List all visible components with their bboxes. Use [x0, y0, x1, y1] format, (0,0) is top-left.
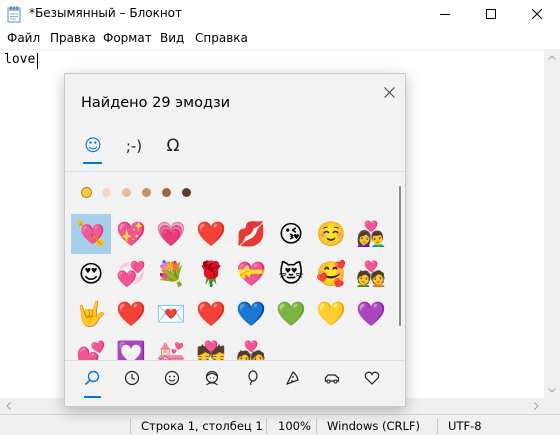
active-bottom-tab-indicator: [84, 396, 101, 398]
minimize-button[interactable]: [422, 0, 468, 29]
emoji-cell[interactable]: 😘: [271, 214, 311, 254]
status-separator: [130, 418, 131, 434]
transport-car-icon: [324, 370, 340, 389]
emoji-cell[interactable]: 💒: [151, 334, 191, 360]
emoji-cell[interactable]: 💛: [311, 294, 351, 334]
active-tab-indicator: [83, 162, 102, 164]
tab-symbols[interactable]: Ω: [161, 132, 185, 160]
bottom-tab-celebration[interactable]: [241, 368, 263, 390]
status-separator: [316, 418, 317, 434]
vertical-scrollbar[interactable]: [544, 49, 560, 398]
emoji-cell[interactable]: 😻: [271, 254, 311, 294]
skin-tone-4[interactable]: [142, 188, 151, 197]
emoji-cell[interactable]: ☺️: [311, 214, 351, 254]
skin-tone-5[interactable]: [162, 188, 171, 197]
emoji-cell[interactable]: 💞: [111, 254, 151, 294]
status-cursor-position: Строка 1, столбец 1: [141, 419, 263, 433]
panel-divider: [65, 171, 405, 172]
emoji-grid: 💘 💖 💗 ❤️ 💋 😘 ☺️ 👩‍❤️‍👨 😍 💞 💐 🌹 💝 😻 🥰 💑 🤟 ❤️ 💌 ❤️ 💙 💚 💛 💜 💕 💟 💒 💏 💑: [71, 214, 391, 360]
menu-edit[interactable]: Правка: [50, 31, 96, 45]
emoji-cell[interactable]: 💐: [151, 254, 191, 294]
maximize-button[interactable]: [468, 0, 514, 29]
emoji-cell[interactable]: 💏: [191, 334, 231, 360]
emoji-cell[interactable]: 💑: [231, 334, 271, 360]
status-separator: [266, 418, 267, 434]
emoji-cell[interactable]: 👩‍❤️‍👨: [351, 214, 391, 254]
emoji-panel: Найдено 29 эмодзи ☺ ;-) Ω 💘 💖 💗 ❤️ 💋 😘 ☺️ 👩‍❤️‍…: [64, 73, 406, 407]
maximize-icon: [486, 8, 496, 22]
heart-icon: [364, 370, 380, 389]
skin-tone-1[interactable]: [82, 188, 91, 197]
panel-title: Найдено 29 эмодзи: [81, 95, 231, 111]
status-zoom: 100%: [278, 419, 311, 433]
text-caret: [37, 53, 38, 69]
editor-content: love: [4, 52, 36, 67]
emoji-cell[interactable]: 💘: [71, 214, 111, 254]
emoji-cell[interactable]: 💚: [271, 294, 311, 334]
smiley-face-icon: [164, 370, 180, 389]
close-window-button[interactable]: [514, 0, 560, 29]
scroll-right-icon[interactable]: [528, 398, 544, 414]
window-title: *Безымянный – Блокнот: [29, 6, 183, 20]
panel-scrollbar[interactable]: [399, 186, 401, 326]
panel-close-icon[interactable]: [381, 84, 397, 100]
food-pizza-icon: [284, 370, 300, 389]
emoji-cell[interactable]: 💌: [151, 294, 191, 334]
notepad-app-icon: [7, 6, 21, 23]
bottom-tab-food[interactable]: [281, 368, 303, 390]
emoji-cell[interactable]: 💜: [351, 294, 391, 334]
menu-bar: Файл Правка Формат Вид Справка: [0, 29, 560, 49]
emoji-cell[interactable]: 🥰: [311, 254, 351, 294]
emoji-cell[interactable]: 💗: [151, 214, 191, 254]
title-bar: *Безымянный – Блокнот: [0, 0, 560, 29]
skin-tone-3[interactable]: [122, 188, 131, 197]
search-icon: [84, 370, 100, 389]
emoji-cell[interactable]: 💖: [111, 214, 151, 254]
emoji-cell[interactable]: 💟: [111, 334, 151, 360]
bottom-tab-symbols[interactable]: [361, 368, 383, 390]
menu-format[interactable]: Формат: [103, 31, 152, 45]
people-icon: [204, 370, 220, 389]
minimize-icon: [440, 8, 450, 22]
recent-clock-icon: [124, 370, 140, 389]
status-separator: [437, 418, 438, 434]
emoji-cell[interactable]: 💕: [71, 334, 111, 360]
emoji-cell[interactable]: 💋: [231, 214, 271, 254]
scroll-left-icon[interactable]: [0, 398, 16, 414]
bottom-tab-recent[interactable]: [121, 368, 143, 390]
status-bar: Строка 1, столбец 1 100% Windows (CRLF) …: [0, 414, 560, 435]
bottom-tab-transport[interactable]: [321, 368, 343, 390]
emoji-cell[interactable]: 💙: [231, 294, 271, 334]
status-encoding: UTF-8: [448, 419, 482, 433]
emoji-cell[interactable]: 💝: [231, 254, 271, 294]
skin-tone-6[interactable]: [182, 188, 191, 197]
scrollbar-corner: [544, 398, 560, 414]
emoji-cell[interactable]: 🤟: [71, 294, 111, 334]
emoji-cell[interactable]: 🌹: [191, 254, 231, 294]
scroll-down-icon[interactable]: [544, 382, 560, 398]
menu-file[interactable]: Файл: [7, 31, 40, 45]
menu-view[interactable]: Вид: [160, 31, 184, 45]
emoji-cell[interactable]: 😍: [71, 254, 111, 294]
bottom-divider: [65, 360, 405, 361]
status-line-endings: Windows (CRLF): [327, 419, 421, 433]
scroll-up-icon[interactable]: [544, 49, 560, 65]
skin-tone-2[interactable]: [102, 188, 111, 197]
menu-help[interactable]: Справка: [195, 31, 248, 45]
emoji-cell[interactable]: 💑: [351, 254, 391, 294]
tab-emoji[interactable]: ☺: [81, 132, 105, 160]
emoji-cell[interactable]: ❤️: [111, 294, 151, 334]
bottom-tab-people[interactable]: [201, 368, 223, 390]
bottom-tab-smileys[interactable]: [161, 368, 183, 390]
tab-kaomoji[interactable]: ;-): [119, 132, 149, 160]
bottom-tab-search[interactable]: [81, 368, 103, 390]
emoji-cell[interactable]: ❤️: [191, 294, 231, 334]
celebration-balloon-icon: [244, 369, 260, 389]
emoji-cell[interactable]: ❤️: [191, 214, 231, 254]
close-icon: [531, 8, 543, 22]
